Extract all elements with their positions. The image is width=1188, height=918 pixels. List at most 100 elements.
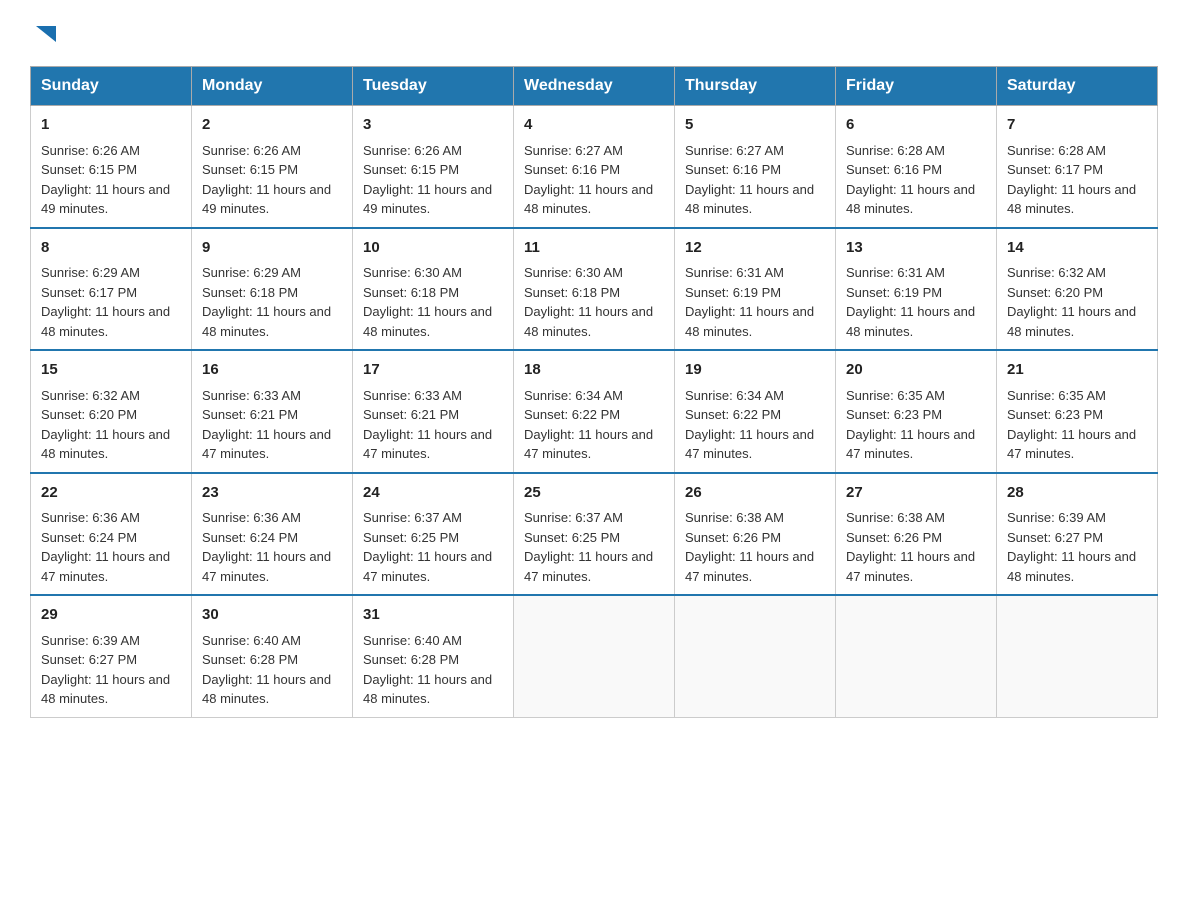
sunset-text: Sunset: 6:22 PM <box>524 407 620 422</box>
daylight-text: Daylight: 11 hours and 48 minutes. <box>1007 182 1136 217</box>
sunset-text: Sunset: 6:23 PM <box>1007 407 1103 422</box>
sunrise-text: Sunrise: 6:29 AM <box>202 265 301 280</box>
day-number: 25 <box>524 482 664 505</box>
daylight-text: Daylight: 11 hours and 48 minutes. <box>685 304 814 339</box>
calendar-cell: 12Sunrise: 6:31 AMSunset: 6:19 PMDayligh… <box>675 228 836 351</box>
daylight-text: Daylight: 11 hours and 48 minutes. <box>202 672 331 707</box>
sunset-text: Sunset: 6:18 PM <box>202 285 298 300</box>
sunrise-text: Sunrise: 6:38 AM <box>685 510 784 525</box>
sunrise-text: Sunrise: 6:28 AM <box>1007 143 1106 158</box>
sunset-text: Sunset: 6:23 PM <box>846 407 942 422</box>
calendar-table: SundayMondayTuesdayWednesdayThursdayFrid… <box>30 66 1158 718</box>
calendar-week-row: 8Sunrise: 6:29 AMSunset: 6:17 PMDaylight… <box>31 228 1158 351</box>
sunrise-text: Sunrise: 6:33 AM <box>202 388 301 403</box>
calendar-cell: 17 Sunrise: 6:33 AM Sunset: 6:21 PM Dayligh… <box>353 350 514 473</box>
day-number: 15 <box>41 359 181 382</box>
calendar-cell: 11Sunrise: 6:30 AMSunset: 6:18 PMDayligh… <box>514 228 675 351</box>
sunrise-text: Sunrise: 6:26 AM <box>41 143 140 158</box>
sunset-text: Sunset: 6:16 PM <box>685 162 781 177</box>
calendar-header-row: SundayMondayTuesdayWednesdayThursdayFrid… <box>31 67 1158 106</box>
sunset-text: Sunset: 6:28 PM <box>202 652 298 667</box>
sunrise-text: Sunrise: 6:38 AM <box>846 510 945 525</box>
daylight-text: Daylight: 11 hours and 48 minutes. <box>41 304 170 339</box>
day-number: 20 <box>846 359 986 382</box>
sunrise-text: Sunrise: 6:39 AM <box>41 633 140 648</box>
day-number: 3 <box>363 114 503 137</box>
calendar-cell: 27 Sunrise: 6:38 AM Sunset: 6:26 PM Dayligh… <box>836 473 997 596</box>
day-number: 4 <box>524 114 664 137</box>
calendar-cell: 16Sunrise: 6:33 AMSunset: 6:21 PMDayligh… <box>192 350 353 473</box>
day-number: 19 <box>685 359 825 382</box>
daylight-text: Daylight: 11 hours and 47 minutes. <box>202 549 331 584</box>
sunset-text: Sunset: 6:25 PM <box>524 530 620 545</box>
sunrise-text: Sunrise: 6:28 AM <box>846 143 945 158</box>
sunrise-text: Sunrise: 6:26 AM <box>363 143 462 158</box>
calendar-cell <box>997 595 1158 717</box>
sunset-text: Sunset: 6:20 PM <box>1007 285 1103 300</box>
sunset-text: Sunset: 6:22 PM <box>685 407 781 422</box>
sunset-text: Sunset: 6:26 PM <box>685 530 781 545</box>
calendar-cell: 20Sunrise: 6:35 AMSunset: 6:23 PMDayligh… <box>836 350 997 473</box>
daylight-text: Daylight: 11 hours and 48 minutes. <box>41 427 170 462</box>
daylight-text: Daylight: 11 hours and 47 minutes. <box>685 549 814 584</box>
daylight-text: Daylight: 11 hours and 47 minutes. <box>363 427 492 462</box>
day-number: 13 <box>846 237 986 260</box>
sunset-text: Sunset: 6:24 PM <box>41 530 137 545</box>
calendar-cell: 10Sunrise: 6:30 AMSunset: 6:18 PMDayligh… <box>353 228 514 351</box>
calendar-cell: 7Sunrise: 6:28 AMSunset: 6:17 PMDaylight… <box>997 106 1158 228</box>
calendar-cell: 26 Sunrise: 6:38 AM Sunset: 6:26 PM Dayligh… <box>675 473 836 596</box>
calendar-week-row: 22Sunrise: 6:36 AMSunset: 6:24 PMDayligh… <box>31 473 1158 596</box>
day-number: 10 <box>363 237 503 260</box>
daylight-text: Daylight: 11 hours and 47 minutes. <box>846 549 975 584</box>
daylight-text: Daylight: 11 hours and 48 minutes. <box>363 304 492 339</box>
day-number: 2 <box>202 114 342 137</box>
sunset-text: Sunset: 6:19 PM <box>846 285 942 300</box>
calendar-cell: 29Sunrise: 6:39 AMSunset: 6:27 PMDayligh… <box>31 595 192 717</box>
calendar-cell: 22Sunrise: 6:36 AMSunset: 6:24 PMDayligh… <box>31 473 192 596</box>
calendar-cell: 18Sunrise: 6:34 AMSunset: 6:22 PMDayligh… <box>514 350 675 473</box>
sunset-text: Sunset: 6:15 PM <box>202 162 298 177</box>
sunrise-text: Sunrise: 6:39 AM <box>1007 510 1106 525</box>
daylight-text: Daylight: 11 hours and 48 minutes. <box>524 182 653 217</box>
sunset-text: Sunset: 6:19 PM <box>685 285 781 300</box>
calendar-cell: 19Sunrise: 6:34 AMSunset: 6:22 PMDayligh… <box>675 350 836 473</box>
calendar-cell <box>514 595 675 717</box>
sunrise-text: Sunrise: 6:37 AM <box>363 510 462 525</box>
sunrise-text: Sunrise: 6:36 AM <box>41 510 140 525</box>
day-number: 26 <box>685 482 825 505</box>
sunrise-text: Sunrise: 6:32 AM <box>41 388 140 403</box>
calendar-cell: 15Sunrise: 6:32 AMSunset: 6:20 PMDayligh… <box>31 350 192 473</box>
day-number: 18 <box>524 359 664 382</box>
day-number: 14 <box>1007 237 1147 260</box>
sunrise-text: Sunrise: 6:36 AM <box>202 510 301 525</box>
sunrise-text: Sunrise: 6:33 AM <box>363 388 462 403</box>
sunset-text: Sunset: 6:27 PM <box>41 652 137 667</box>
day-number: 24 <box>363 482 503 505</box>
day-number: 27 <box>846 482 986 505</box>
daylight-text: Daylight: 11 hours and 48 minutes. <box>41 672 170 707</box>
sunset-text: Sunset: 6:21 PM <box>363 407 459 422</box>
day-header-tuesday: Tuesday <box>353 67 514 106</box>
daylight-text: Daylight: 11 hours and 49 minutes. <box>41 182 170 217</box>
daylight-text: Daylight: 11 hours and 47 minutes. <box>685 427 814 462</box>
sunset-text: Sunset: 6:26 PM <box>846 530 942 545</box>
calendar-cell: 14Sunrise: 6:32 AMSunset: 6:20 PMDayligh… <box>997 228 1158 351</box>
sunset-text: Sunset: 6:15 PM <box>41 162 137 177</box>
day-number: 11 <box>524 237 664 260</box>
sunset-text: Sunset: 6:18 PM <box>363 285 459 300</box>
daylight-text: Daylight: 11 hours and 48 minutes. <box>846 182 975 217</box>
sunset-text: Sunset: 6:17 PM <box>41 285 137 300</box>
daylight-text: Daylight: 11 hours and 47 minutes. <box>524 427 653 462</box>
daylight-text: Daylight: 11 hours and 48 minutes. <box>363 672 492 707</box>
sunset-text: Sunset: 6:24 PM <box>202 530 298 545</box>
day-number: 17 <box>363 359 503 382</box>
daylight-text: Daylight: 11 hours and 48 minutes. <box>685 182 814 217</box>
daylight-text: Daylight: 11 hours and 48 minutes. <box>202 304 331 339</box>
day-header-monday: Monday <box>192 67 353 106</box>
daylight-text: Daylight: 11 hours and 47 minutes. <box>846 427 975 462</box>
day-number: 21 <box>1007 359 1147 382</box>
calendar-cell: 4Sunrise: 6:27 AMSunset: 6:16 PMDaylight… <box>514 106 675 228</box>
day-number: 28 <box>1007 482 1147 505</box>
day-number: 7 <box>1007 114 1147 137</box>
calendar-cell: 3Sunrise: 6:26 AMSunset: 6:15 PMDaylight… <box>353 106 514 228</box>
